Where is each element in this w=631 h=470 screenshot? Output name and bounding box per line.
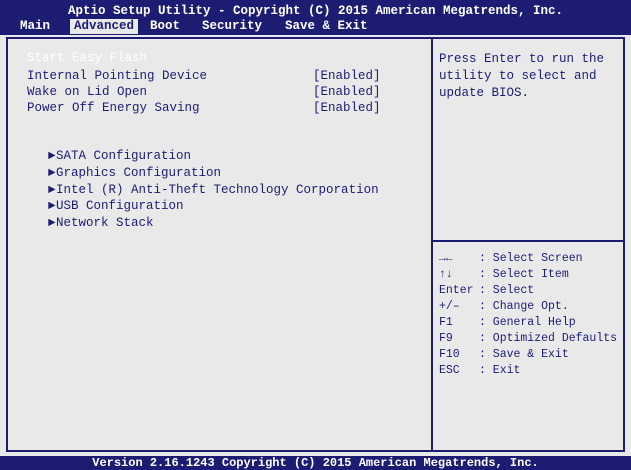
submenu-network-stack[interactable]: ►Network Stack [18,201,154,246]
app-title: Aptio Setup Utility - Copyright (C) 2015… [67,4,564,18]
key-name: F9 [439,332,453,345]
key-desc: : Select [479,284,535,297]
setting-value-internal-pointing-device[interactable]: [Enabled] [313,69,381,84]
submenu-label: Network Stack [56,216,154,230]
key-legend-item: →← : Select Screen [439,251,583,266]
footer-bar: Version 2.16.1243 Copyright (C) 2015 Ame… [0,456,631,470]
key-legend-item: F1 : General Help [439,315,576,330]
key-name: →← [439,252,453,265]
tab-boot[interactable]: Boot [150,19,180,34]
setting-start-easy-flash[interactable]: Start Easy Flash [27,51,147,66]
help-divider [433,240,623,242]
key-desc: : Select Screen [479,252,583,265]
help-text-line: Press Enter to run the [439,52,605,66]
key-desc: : Change Opt. [479,300,569,313]
key-name: F10 [439,348,460,361]
footer-version-text: Version 2.16.1243 Copyright (C) 2015 Ame… [92,456,539,470]
tab-main[interactable]: Main [20,19,50,34]
key-legend-item: Enter : Select [439,283,534,298]
setting-internal-pointing-device[interactable]: Internal Pointing Device [27,69,207,84]
key-legend-item: ESC : Exit [439,363,520,378]
key-legend-item: ↑↓ : Select Item [439,267,569,282]
tab-save-exit[interactable]: Save & Exit [285,19,368,34]
setting-wake-on-lid-open[interactable]: Wake on Lid Open [27,85,147,100]
key-legend-item: F10 : Save & Exit [439,347,569,362]
help-text-line: update BIOS. [439,86,530,100]
setting-value-power-off-energy-saving[interactable]: [Enabled] [313,101,381,116]
help-text-line: utility to select and [439,69,597,83]
setting-value-wake-on-lid-open[interactable]: [Enabled] [313,85,381,100]
key-desc: : General Help [479,316,576,329]
bios-screen: Aptio Setup Utility - Copyright (C) 2015… [0,0,631,470]
key-name: ESC [439,364,460,377]
tab-advanced[interactable]: Advanced [70,19,139,34]
key-name: +/– [439,300,460,313]
key-name: ↑↓ [439,268,453,281]
key-desc: : Optimized Defaults [479,332,618,345]
tab-security[interactable]: Security [202,19,262,34]
panel-divider [431,39,433,450]
key-desc: : Exit [479,364,521,377]
key-name: Enter [439,284,474,297]
key-legend-item: F9 : Optimized Defaults [439,331,617,346]
key-desc: : Save & Exit [479,348,569,361]
submenu-arrow-icon: ► [48,216,56,230]
title-bar: Aptio Setup Utility - Copyright (C) 2015… [0,0,631,35]
key-name: F1 [439,316,453,329]
setting-power-off-energy-saving[interactable]: Power Off Energy Saving [27,101,200,116]
key-legend-item: +/– : Change Opt. [439,299,569,314]
key-desc: : Select Item [479,268,569,281]
